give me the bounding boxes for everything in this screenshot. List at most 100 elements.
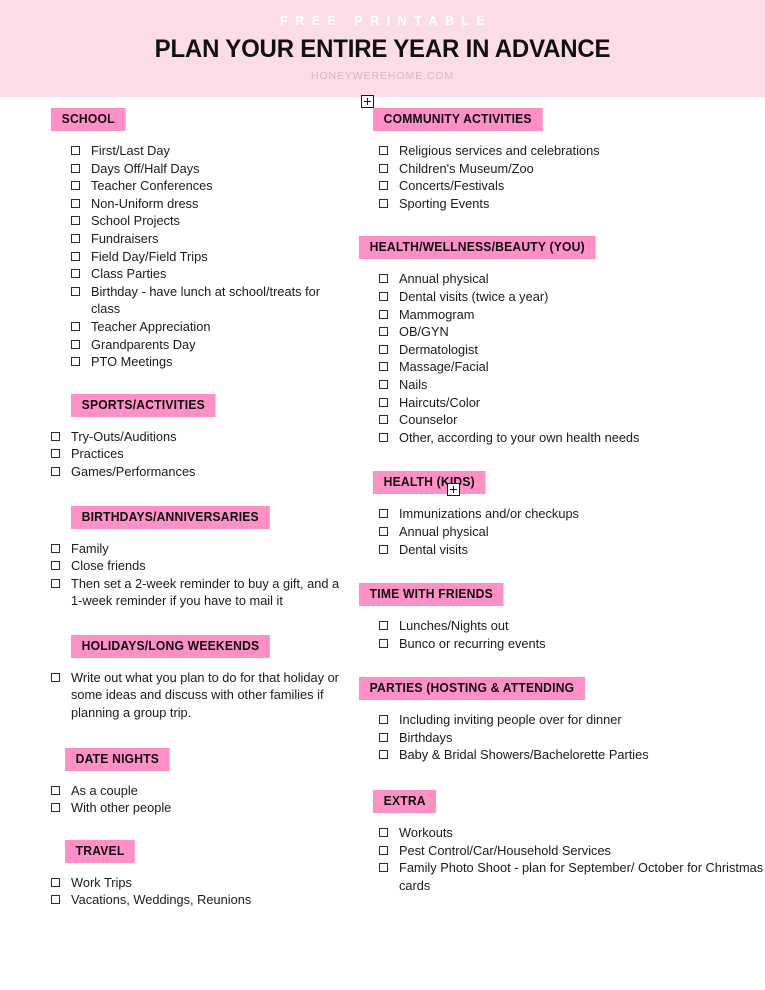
checklist-item[interactable]: Fundraisers — [71, 230, 345, 248]
checklist-item-label: Close friends — [71, 558, 146, 574]
checkbox-icon[interactable] — [379, 863, 388, 873]
checkbox-icon[interactable] — [379, 432, 388, 442]
checklist-item[interactable]: Dental visits (twice a year) — [379, 288, 765, 306]
checkbox-icon[interactable] — [379, 198, 388, 208]
checkbox-icon[interactable] — [379, 544, 388, 554]
checklist-item[interactable]: Lunches/Nights out — [379, 617, 765, 635]
checkbox-icon[interactable] — [379, 327, 388, 337]
checklist-item[interactable]: Write out what you plan to do for that h… — [51, 669, 345, 722]
checkbox-icon[interactable] — [379, 291, 388, 301]
checkbox-icon[interactable] — [379, 621, 388, 631]
checkbox-icon[interactable] — [51, 672, 60, 682]
checkbox-icon[interactable] — [379, 638, 388, 648]
checkbox-icon[interactable] — [379, 715, 388, 725]
checklist-item[interactable]: Games/Performances — [51, 463, 345, 481]
checkbox-icon[interactable] — [379, 509, 388, 519]
checklist-item[interactable]: Days Off/Half Days — [71, 160, 345, 178]
checklist-item[interactable]: Including inviting people over for dinne… — [379, 711, 765, 729]
checkbox-icon[interactable] — [379, 526, 388, 536]
checkbox-icon[interactable] — [379, 309, 388, 319]
checkbox-icon[interactable] — [71, 269, 80, 279]
checkbox-icon[interactable] — [379, 828, 388, 838]
checklist-item[interactable]: Work Trips — [51, 874, 345, 892]
checklist-item[interactable]: Children's Museum/Zoo — [379, 160, 765, 178]
checklist-item[interactable]: Dermatologist — [379, 341, 765, 359]
checklist-item[interactable]: Mammogram — [379, 306, 765, 324]
checkbox-icon[interactable] — [71, 251, 80, 261]
checklist-item[interactable]: Grandparents Day — [71, 336, 345, 354]
checklist-item[interactable]: School Projects — [71, 212, 345, 230]
checklist-item[interactable]: Baby & Bridal Showers/Bachelorette Parti… — [379, 746, 765, 764]
checkbox-icon[interactable] — [379, 146, 388, 155]
checkbox-icon[interactable] — [51, 578, 60, 588]
checkbox-icon[interactable] — [71, 198, 80, 208]
checkbox-icon[interactable] — [379, 181, 388, 191]
checklist-item[interactable]: Massage/Facial — [379, 358, 765, 376]
checkbox-icon[interactable] — [51, 431, 60, 441]
checklist-item[interactable]: As a couple — [51, 782, 345, 800]
checklist-item[interactable]: Family — [51, 540, 345, 558]
checklist-item[interactable]: Pest Control/Car/Household Services — [379, 842, 765, 860]
checklist-item[interactable]: Other, according to your own health need… — [379, 429, 765, 447]
checkbox-icon[interactable] — [51, 466, 60, 476]
checklist-item[interactable]: Dental visits — [379, 541, 765, 559]
checklist-item-label: Field Day/Field Trips — [91, 248, 208, 264]
checklist-item[interactable]: Nails — [379, 376, 765, 394]
checkbox-icon[interactable] — [51, 877, 60, 887]
checklist-item[interactable]: Annual physical — [379, 523, 765, 541]
checklist-item[interactable]: Class Parties — [71, 265, 345, 283]
checkbox-icon[interactable] — [71, 357, 80, 367]
checklist-item[interactable]: Birthday - have lunch at school/treats f… — [71, 283, 345, 318]
checklist-item[interactable]: With other people — [51, 799, 345, 817]
checkbox-icon[interactable] — [51, 449, 60, 459]
checklist-item[interactable]: Practices — [51, 445, 345, 463]
checkbox-icon[interactable] — [379, 845, 388, 855]
checklist-item[interactable]: Concerts/Festivals — [379, 177, 765, 195]
checklist-item[interactable]: Birthdays — [379, 729, 765, 747]
checklist-item[interactable]: Counselor — [379, 411, 765, 429]
checklist-item[interactable]: Immunizations and/or checkups — [379, 505, 765, 523]
checkbox-icon[interactable] — [51, 803, 60, 813]
checkbox-icon[interactable] — [379, 379, 388, 389]
checkbox-icon[interactable] — [379, 274, 388, 284]
checklist-item[interactable]: OB/GYN — [379, 323, 765, 341]
checklist-item[interactable]: Close friends — [51, 557, 345, 575]
checkbox-icon[interactable] — [71, 286, 80, 296]
checkbox-icon[interactable] — [71, 339, 80, 349]
checkbox-icon[interactable] — [379, 732, 388, 742]
checklist-item[interactable]: Religious services and celebrations — [379, 142, 765, 160]
checkbox-icon[interactable] — [71, 233, 80, 243]
checklist-item[interactable]: First/Last Day — [71, 142, 345, 160]
checklist-item[interactable]: Vacations, Weddings, Reunions — [51, 891, 345, 909]
checklist-item[interactable]: Then set a 2-week reminder to buy a gift… — [51, 575, 345, 610]
checklist-item[interactable]: Bunco or recurring events — [379, 635, 765, 653]
checklist-item[interactable]: Haircuts/Color — [379, 394, 765, 412]
checklist-item[interactable]: Family Photo Shoot - plan for September/… — [379, 859, 765, 894]
checkbox-icon[interactable] — [379, 415, 388, 425]
checklist-item[interactable]: PTO Meetings — [71, 353, 345, 371]
checkbox-icon[interactable] — [51, 785, 60, 795]
checkbox-icon[interactable] — [379, 362, 388, 372]
checkbox-icon[interactable] — [71, 163, 80, 173]
checkbox-icon[interactable] — [379, 163, 388, 173]
checklist-item[interactable]: Teacher Appreciation — [71, 318, 345, 336]
checkbox-icon[interactable] — [71, 216, 80, 226]
checklist-item[interactable]: Field Day/Field Trips — [71, 248, 345, 266]
checkbox-icon[interactable] — [379, 750, 388, 760]
checklist-item[interactable]: Annual physical — [379, 270, 765, 288]
checklist-item[interactable]: Workouts — [379, 824, 765, 842]
checkbox-icon[interactable] — [51, 895, 60, 905]
checklist-item[interactable]: Try-Outs/Auditions — [51, 428, 345, 446]
checkbox-icon[interactable] — [51, 561, 60, 571]
checklist-item[interactable]: Non-Uniform dress — [71, 195, 345, 213]
checkbox-icon[interactable] — [379, 397, 388, 407]
checklist-item[interactable]: Sporting Events — [379, 195, 765, 213]
checkbox-icon[interactable] — [71, 146, 80, 155]
checkbox-icon[interactable] — [71, 181, 80, 191]
checklist-item[interactable]: Teacher Conferences — [71, 177, 345, 195]
checkbox-icon[interactable] — [71, 321, 80, 331]
checkbox-icon[interactable] — [379, 344, 388, 354]
checkbox-icon[interactable] — [51, 543, 60, 553]
